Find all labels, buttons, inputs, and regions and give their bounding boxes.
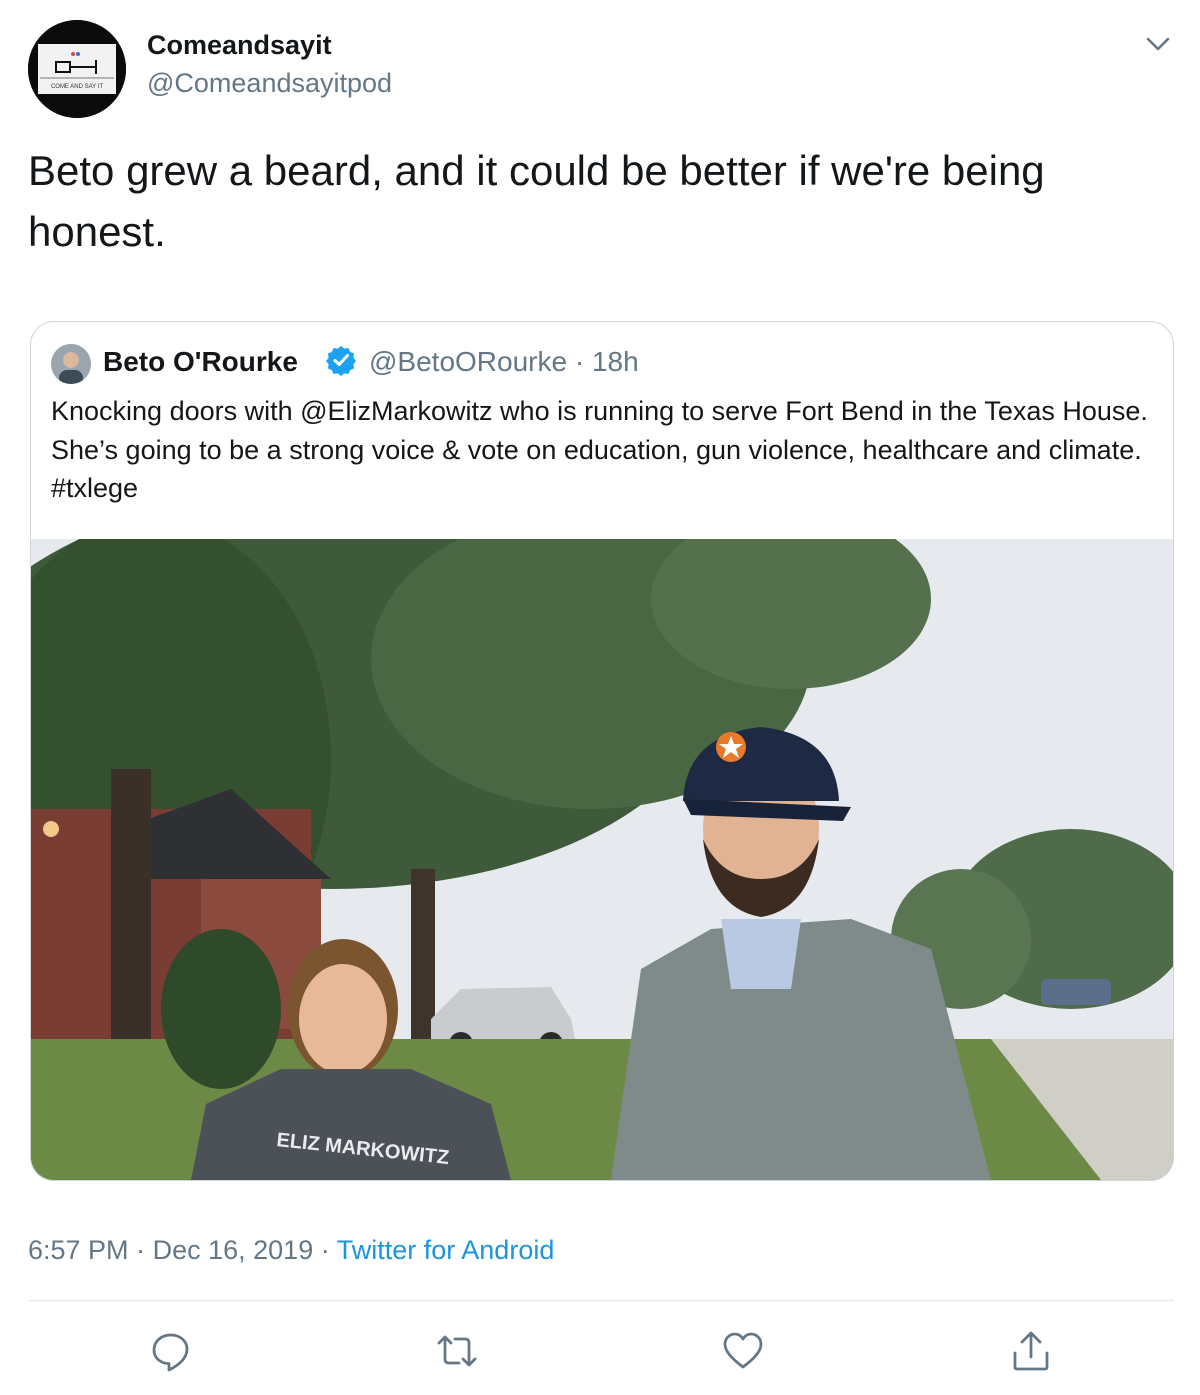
timestamp-separator: ·: [320, 1235, 330, 1265]
quoted-tweet-text: Knocking doors with @ElizMarkowitz who i…: [51, 396, 1148, 503]
quoted-tweet-photo[interactable]: ELIZ MARKOWITZ: [31, 539, 1173, 1180]
chevron-down-icon[interactable]: [1140, 30, 1176, 58]
come-and-say-it-logo-icon: COME AND SAY IT: [28, 20, 126, 118]
photo-scene: ELIZ MARKOWITZ: [31, 539, 1173, 1180]
quoted-tweet-age[interactable]: 18h: [592, 346, 639, 377]
quoted-author-handle[interactable]: @BetoORourke: [369, 346, 567, 377]
quoted-tweet-card[interactable]: Beto O'Rourke @BetoORourke · 18h Knockin…: [30, 321, 1174, 1181]
tweet-text: Beto grew a beard, and it could be bette…: [28, 147, 1045, 255]
share-icon[interactable]: [1008, 1328, 1054, 1374]
meta-separator: ·: [574, 346, 585, 377]
retweet-icon[interactable]: [434, 1328, 480, 1374]
footer-divider: [28, 1300, 1174, 1301]
like-icon[interactable]: [720, 1328, 766, 1374]
verified-badge-icon: [325, 344, 357, 376]
tweet-source-link[interactable]: Twitter for Android: [337, 1235, 555, 1265]
author-handle[interactable]: @Comeandsayitpod: [147, 68, 392, 99]
reply-icon[interactable]: [148, 1328, 194, 1374]
author-avatar[interactable]: COME AND SAY IT: [28, 20, 126, 118]
timestamp-separator: ·: [136, 1235, 146, 1265]
tweet-time[interactable]: 6:57 PM: [28, 1235, 129, 1265]
tweet-date[interactable]: Dec 16, 2019: [153, 1235, 314, 1265]
svg-text:COME AND SAY IT: COME AND SAY IT: [51, 84, 103, 90]
quoted-author-avatar[interactable]: [51, 344, 91, 384]
quoted-tweet-meta: @BetoORourke · 18h: [369, 346, 639, 378]
author-display-name[interactable]: Comeandsayit: [147, 30, 332, 61]
tweet-timestamp: 6:57 PM · Dec 16, 2019 · Twitter for And…: [28, 1235, 554, 1266]
quoted-author-display-name[interactable]: Beto O'Rourke: [103, 346, 298, 378]
